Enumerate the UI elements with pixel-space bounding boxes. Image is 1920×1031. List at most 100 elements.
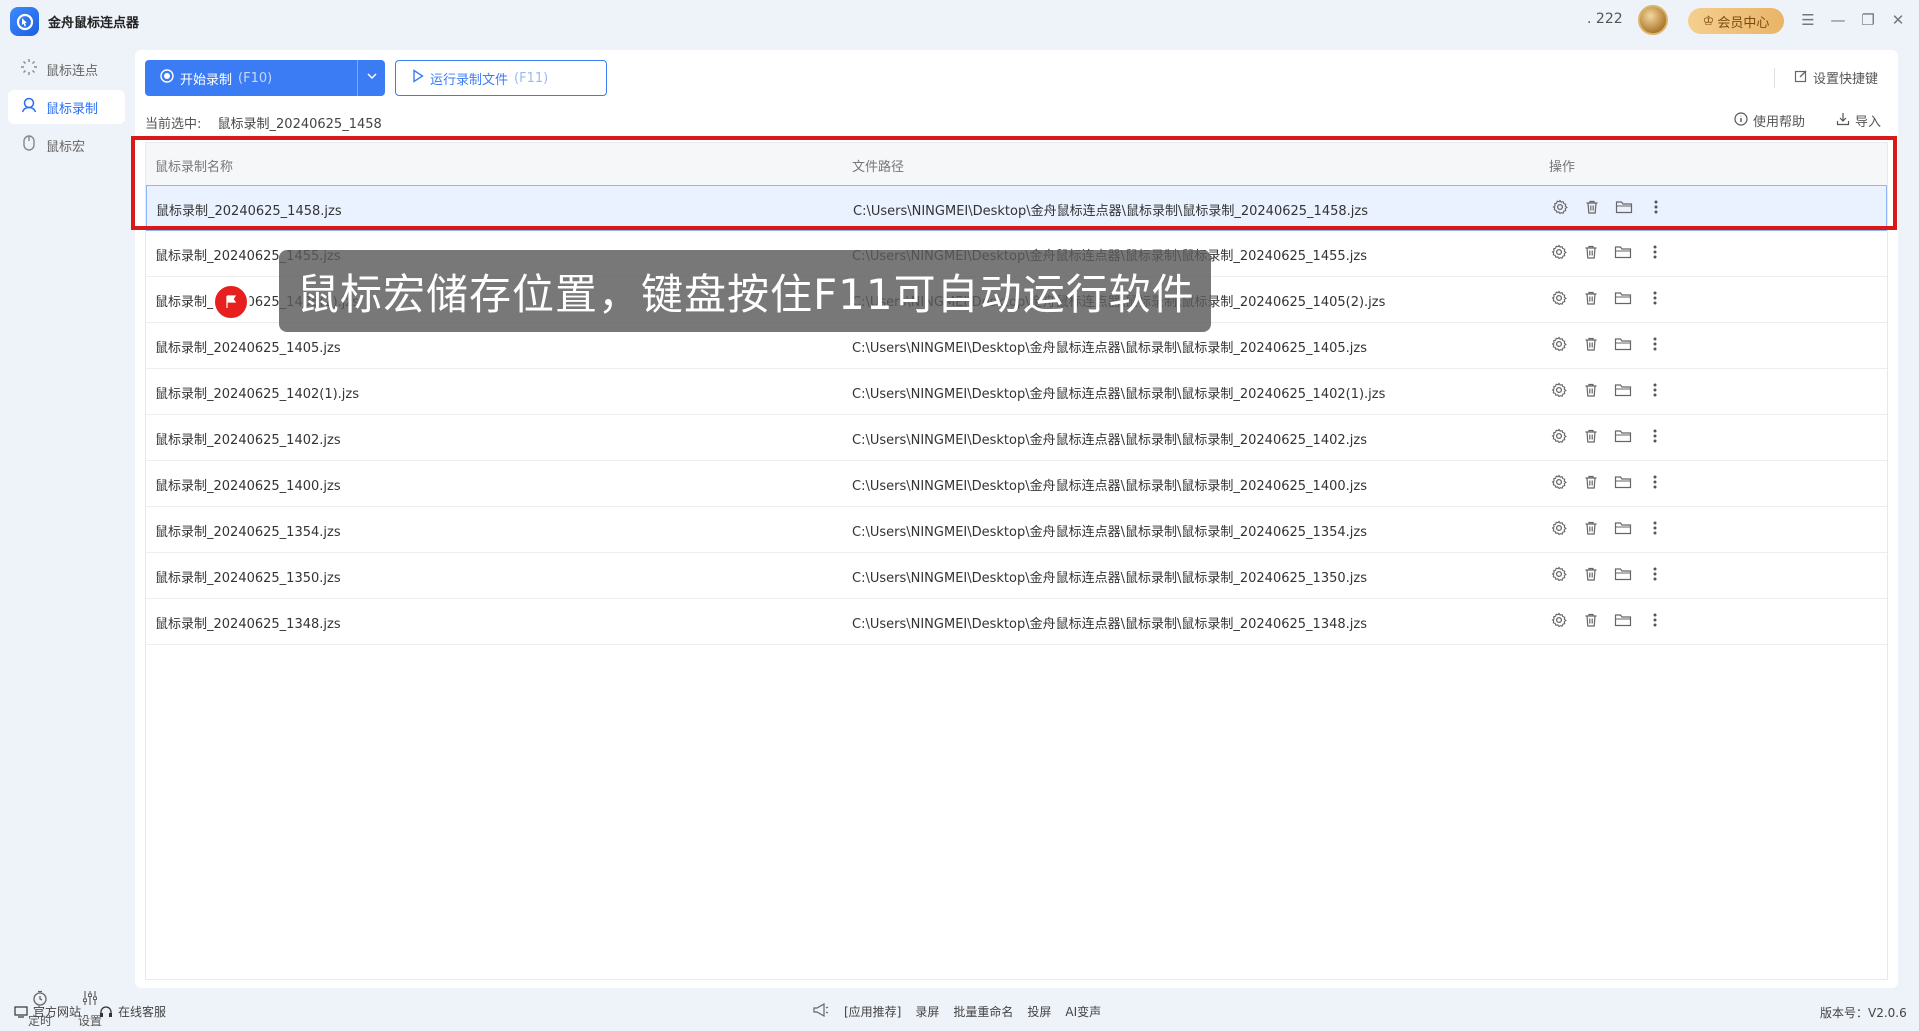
sidebar-item-label: 鼠标连点	[46, 63, 99, 79]
row-actions	[1550, 611, 1664, 629]
trash-icon[interactable]	[1582, 427, 1600, 445]
set-shortcut-label: 设置快捷键	[1813, 72, 1879, 87]
more-icon[interactable]	[1646, 611, 1664, 629]
record-options-dropdown[interactable]	[357, 60, 385, 96]
trash-icon[interactable]	[1582, 519, 1600, 537]
recommend-app-screen-cast[interactable]: 投屏	[1027, 1003, 1051, 1020]
row-actions	[1550, 243, 1664, 261]
row-name: 鼠标录制_20240625_1405.jzs	[155, 341, 341, 356]
gear-icon[interactable]	[1550, 381, 1568, 399]
info-icon	[1734, 111, 1748, 130]
trash-icon[interactable]	[1582, 473, 1600, 491]
sidebar-item-mouse-record[interactable]: 鼠标录制	[8, 90, 125, 124]
restore-icon[interactable]: ❐	[1856, 8, 1880, 32]
official-website-link[interactable]: 官方网站	[14, 1003, 81, 1020]
trash-icon[interactable]	[1582, 611, 1600, 629]
gear-icon[interactable]	[1550, 289, 1568, 307]
app-window: 金舟鼠标连点器 . 222 ♔ 会员中心 ☰ — ❐ ✕ 鼠标连点 鼠标录制 鼠…	[0, 0, 1920, 1031]
table-row[interactable]: 鼠标录制_20240625_1400.jzs C:\Users\NINGMEI\D…	[146, 461, 1887, 507]
main-panel: 开始录制 (F10) 运行录制文件 (F11) 设置快捷键 当前选中: 鼠标录制…	[135, 50, 1898, 988]
gear-icon[interactable]	[1550, 243, 1568, 261]
gear-icon[interactable]	[1550, 611, 1568, 629]
trash-icon[interactable]	[1582, 243, 1600, 261]
row-path: C:\Users\NINGMEI\Desktop\金舟鼠标连点器\鼠标录制\鼠标…	[853, 204, 1368, 219]
trash-icon[interactable]	[1582, 289, 1600, 307]
folder-icon[interactable]	[1614, 381, 1632, 399]
online-support-link[interactable]: 在线客服	[99, 1003, 166, 1020]
menu-icon[interactable]: ☰	[1796, 8, 1820, 32]
row-actions	[1550, 381, 1664, 399]
column-header-name: 鼠标录制名称	[155, 160, 234, 175]
headset-icon	[99, 1005, 113, 1019]
current-selection-label: 当前选中:	[145, 117, 202, 132]
recording-flag-icon	[212, 283, 250, 321]
gear-icon[interactable]	[1550, 473, 1568, 491]
help-button[interactable]: 使用帮助	[1734, 111, 1805, 130]
folder-icon[interactable]	[1614, 519, 1632, 537]
sidebar-item-mouse-click[interactable]: 鼠标连点	[8, 52, 125, 86]
folder-icon[interactable]	[1614, 335, 1632, 353]
more-icon[interactable]	[1646, 335, 1664, 353]
vip-center-button[interactable]: ♔ 会员中心	[1688, 8, 1784, 34]
minimize-icon[interactable]: —	[1826, 8, 1850, 32]
close-icon[interactable]: ✕	[1886, 8, 1910, 32]
set-shortcut-button[interactable]: 设置快捷键	[1794, 68, 1878, 87]
row-name: 鼠标录制_20240625_1458.jzs	[156, 204, 342, 219]
online-support-label: 在线客服	[118, 1005, 167, 1019]
vip-center-label: 会员中心	[1717, 15, 1770, 31]
more-icon[interactable]	[1646, 289, 1664, 307]
folder-icon[interactable]	[1614, 565, 1632, 583]
more-icon[interactable]	[1646, 427, 1664, 445]
folder-icon[interactable]	[1614, 473, 1632, 491]
more-icon[interactable]	[1646, 565, 1664, 583]
row-path: C:\Users\NINGMEI\Desktop\金舟鼠标连点器\鼠标录制\鼠标…	[852, 479, 1367, 494]
avatar[interactable]	[1638, 5, 1668, 35]
more-icon[interactable]	[1646, 473, 1664, 491]
gear-icon[interactable]	[1550, 565, 1568, 583]
more-icon[interactable]	[1646, 381, 1664, 399]
table-row[interactable]: 鼠标录制_20240625_1402(1).jzs C:\Users\NINGME…	[146, 369, 1887, 415]
more-icon[interactable]	[1646, 243, 1664, 261]
app-title: 金舟鼠标连点器	[48, 16, 140, 31]
gear-icon[interactable]	[1550, 335, 1568, 353]
folder-icon[interactable]	[1614, 243, 1632, 261]
trash-icon[interactable]	[1582, 381, 1600, 399]
trash-icon[interactable]	[1582, 565, 1600, 583]
record-circle-icon	[160, 69, 174, 87]
folder-icon[interactable]	[1614, 427, 1632, 445]
column-header-ops: 操作	[1549, 160, 1576, 175]
row-path: C:\Users\NINGMEI\Desktop\金舟鼠标连点器\鼠标录制\鼠标…	[852, 525, 1367, 540]
run-record-hotkey: (F11)	[514, 70, 549, 86]
more-icon[interactable]	[1646, 519, 1664, 537]
row-actions	[1550, 335, 1664, 353]
row-actions	[1551, 198, 1665, 216]
row-name: 鼠标录制_20240625_1348.jzs	[155, 617, 341, 632]
mouse-icon	[20, 134, 38, 156]
row-name: 鼠标录制_20240625_1350.jzs	[155, 571, 341, 586]
record-user-icon	[20, 96, 38, 118]
recommend-app-ai-voice[interactable]: AI变声	[1065, 1003, 1101, 1020]
trash-icon[interactable]	[1583, 198, 1601, 216]
table-row[interactable]: 鼠标录制_20240625_1458.jzs C:\Users\NINGMEI\D…	[146, 185, 1887, 231]
recommend-app-batch-rename[interactable]: 批量重命名	[953, 1003, 1013, 1020]
row-actions	[1550, 289, 1664, 307]
gear-icon[interactable]	[1551, 198, 1569, 216]
sidebar-item-mouse-macro[interactable]: 鼠标宏	[8, 128, 125, 162]
folder-icon[interactable]	[1614, 289, 1632, 307]
version-label: 版本号：V2.0.6	[1820, 1006, 1907, 1020]
trash-icon[interactable]	[1582, 335, 1600, 353]
gear-icon[interactable]	[1550, 427, 1568, 445]
gear-icon[interactable]	[1550, 519, 1568, 537]
table-row[interactable]: 鼠标录制_20240625_1402.jzs C:\Users\NINGMEI\D…	[146, 415, 1887, 461]
folder-icon[interactable]	[1615, 198, 1633, 216]
table-row[interactable]: 鼠标录制_20240625_1350.jzs C:\Users\NINGMEI\D…	[146, 553, 1887, 599]
recommend-app-screen-record[interactable]: 录屏	[915, 1003, 939, 1020]
start-record-button[interactable]: 开始录制 (F10)	[145, 60, 385, 96]
folder-icon[interactable]	[1614, 611, 1632, 629]
run-record-file-button[interactable]: 运行录制文件 (F11)	[395, 60, 607, 96]
table-row[interactable]: 鼠标录制_20240625_1354.jzs C:\Users\NINGMEI\D…	[146, 507, 1887, 553]
table-row[interactable]: 鼠标录制_20240625_1348.jzs C:\Users\NINGMEI\D…	[146, 599, 1887, 645]
row-name: 鼠标录制_20240625_1402.jzs	[155, 433, 341, 448]
import-button[interactable]: 导入	[1836, 111, 1881, 130]
more-icon[interactable]	[1647, 198, 1665, 216]
